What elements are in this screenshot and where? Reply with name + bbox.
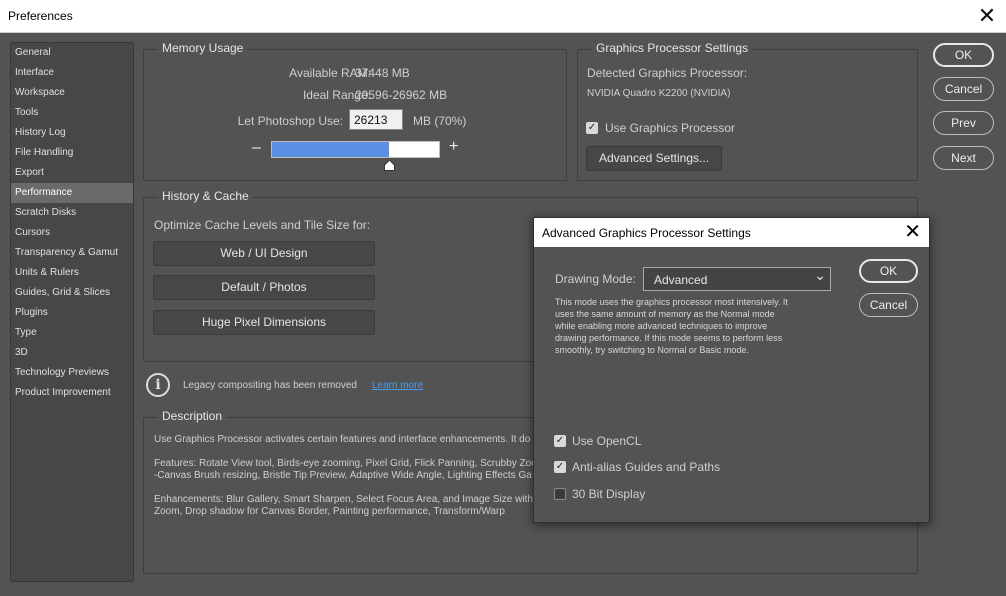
sidebar-item-plugins[interactable]: Plugins: [11, 303, 133, 323]
sidebar-item-general[interactable]: General: [11, 43, 133, 63]
description-legend: Description: [158, 409, 227, 423]
memory-usage-slider[interactable]: [271, 141, 440, 158]
chevron-down-icon: ⌄: [814, 267, 826, 283]
anti-alias-label: Anti-alias Guides and Paths: [572, 460, 721, 474]
sidebar-item-file-handling[interactable]: File Handling: [11, 143, 133, 163]
sidebar-item-3d[interactable]: 3D: [11, 343, 133, 363]
prev-button[interactable]: Prev: [933, 111, 994, 135]
web-ui-design-button[interactable]: Web / UI Design: [153, 241, 375, 266]
description-line-5: Zoom, Drop shadow for Canvas Border, Pai…: [154, 506, 505, 517]
sidebar-item-cursors[interactable]: Cursors: [11, 223, 133, 243]
memory-increase-button[interactable]: +: [449, 138, 458, 156]
sidebar-item-scratch-disks[interactable]: Scratch Disks: [11, 203, 133, 223]
sidebar-item-type[interactable]: Type: [11, 323, 133, 343]
anti-alias-checkbox[interactable]: ✓: [554, 461, 566, 473]
legacy-compositing-text: Legacy compositing has been removed: [183, 380, 357, 391]
detected-gpu-value: NVIDIA Quadro K2200 (NVIDIA): [587, 88, 731, 99]
history-cache-legend: History & Cache: [158, 189, 253, 203]
ok-button[interactable]: OK: [933, 43, 994, 67]
memory-usage-group: Memory Usage Available RAM: 37448 MB Ide…: [143, 41, 567, 181]
sidebar-item-product-improvement[interactable]: Product Improvement: [11, 383, 133, 403]
description-line-2: Features: Rotate View tool, Birds-eye zo…: [154, 458, 537, 469]
use-gpu-checkbox[interactable]: ✓: [586, 122, 598, 134]
use-gpu-label: Use Graphics Processor: [605, 121, 736, 135]
memory-usage-suffix: MB (70%): [413, 114, 467, 128]
huge-pixel-dimensions-button[interactable]: Huge Pixel Dimensions: [153, 310, 375, 335]
drawing-mode-select[interactable]: Advanced ⌄: [643, 267, 831, 291]
mode-desc-line-4: drawing performance. If this mode seems …: [555, 333, 783, 343]
mode-desc-line-1: This mode uses the graphics processor mo…: [555, 297, 788, 307]
window-close-icon[interactable]: ✕: [974, 3, 1000, 29]
sidebar-item-interface[interactable]: Interface: [11, 63, 133, 83]
gpu-settings-legend: Graphics Processor Settings: [592, 41, 753, 55]
dialog-title: Advanced Graphics Processor Settings: [542, 226, 751, 240]
next-button[interactable]: Next: [933, 146, 994, 170]
30-bit-display-checkbox[interactable]: [554, 488, 566, 500]
drawing-mode-label: Drawing Mode:: [555, 272, 636, 286]
advanced-settings-button[interactable]: Advanced Settings...: [586, 146, 722, 171]
sidebar-item-history-log[interactable]: History Log: [11, 123, 133, 143]
mode-desc-line-2: uses the same amount of memory as the No…: [555, 309, 775, 319]
description-line-3: -Canvas Brush resizing, Bristle Tip Prev…: [154, 470, 532, 481]
sidebar-item-export[interactable]: Export: [11, 163, 133, 183]
drawing-mode-value: Advanced: [654, 273, 708, 287]
dialog-titlebar: Advanced Graphics Processor Settings ✕: [534, 218, 929, 247]
mode-desc-line-3: while enabling more advanced techniques …: [555, 321, 768, 331]
memory-slider-handle[interactable]: [384, 158, 395, 171]
use-opencl-label: Use OpenCL: [572, 434, 642, 448]
sidebar-item-tools[interactable]: Tools: [11, 103, 133, 123]
detected-gpu-label: Detected Graphics Processor:: [587, 66, 748, 80]
dialog-close-icon[interactable]: ✕: [904, 220, 921, 244]
preferences-sidebar: General Interface Workspace Tools Histor…: [10, 42, 134, 582]
dialog-cancel-button[interactable]: Cancel: [859, 293, 918, 317]
ideal-range-value: 20596-26962 MB: [355, 88, 448, 102]
let-photoshop-use-label: Let Photoshop Use:: [237, 114, 343, 128]
memory-usage-input[interactable]: [349, 109, 403, 130]
memory-usage-legend: Memory Usage: [158, 41, 248, 55]
sidebar-item-transparency-gamut[interactable]: Transparency & Gamut: [11, 243, 133, 263]
sidebar-item-units-rulers[interactable]: Units & Rulers: [11, 263, 133, 283]
sidebar-item-guides-grid-slices[interactable]: Guides, Grid & Slices: [11, 283, 133, 303]
window-titlebar: Preferences ✕: [0, 0, 1006, 33]
sidebar-item-workspace[interactable]: Workspace: [11, 83, 133, 103]
memory-decrease-button[interactable]: –: [252, 139, 261, 157]
default-photos-button[interactable]: Default / Photos: [153, 275, 375, 300]
use-opencl-checkbox[interactable]: ✓: [554, 435, 566, 447]
description-line-4: Enhancements: Blur Gallery, Smart Sharpe…: [154, 494, 533, 505]
advanced-gpu-dialog: Advanced Graphics Processor Settings ✕ D…: [533, 217, 930, 523]
sidebar-item-technology-previews[interactable]: Technology Previews: [11, 363, 133, 383]
description-line-1: Use Graphics Processor activates certain…: [154, 434, 531, 445]
optimize-cache-label: Optimize Cache Levels and Tile Size for:: [154, 218, 371, 232]
available-ram-value: 37448 MB: [355, 66, 410, 80]
dialog-ok-button[interactable]: OK: [859, 259, 918, 283]
memory-usage-slider-fill: [272, 142, 389, 157]
window-title: Preferences: [8, 9, 73, 23]
cancel-button[interactable]: Cancel: [933, 77, 994, 101]
info-icon: i: [146, 373, 170, 397]
mode-desc-line-5: smoothly, try switching to Normal or Bas…: [555, 345, 749, 355]
sidebar-item-performance[interactable]: Performance: [11, 183, 133, 203]
30-bit-display-label: 30 Bit Display: [572, 487, 646, 501]
gpu-settings-group: Graphics Processor Settings Detected Gra…: [577, 41, 918, 181]
learn-more-link[interactable]: Learn more: [372, 380, 423, 391]
